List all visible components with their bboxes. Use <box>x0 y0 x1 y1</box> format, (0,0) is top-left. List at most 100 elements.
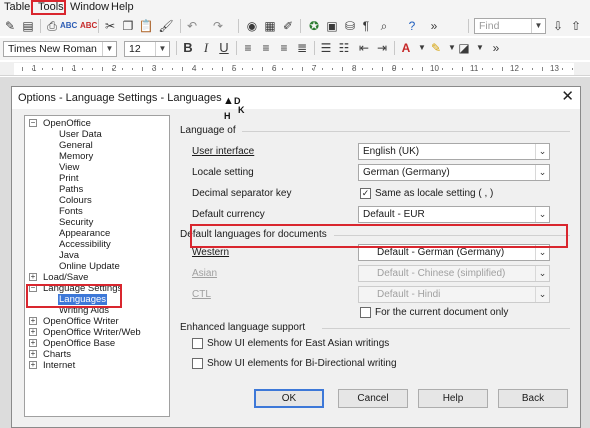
background-color-icon[interactable]: ◪ <box>456 40 472 56</box>
tree-item-online-update[interactable]: Online Update <box>59 261 120 272</box>
chevron-down-icon[interactable]: ▼ <box>155 42 169 56</box>
undo-icon[interactable]: ↶ <box>184 18 200 34</box>
tree-item-accessibility[interactable]: Accessibility <box>59 239 111 250</box>
collapse-icon[interactable]: − <box>29 119 37 127</box>
dialog-titlebar: Options - Language Settings - Languages … <box>12 87 580 109</box>
user-interface-select[interactable]: English (UK) ⌄ <box>358 143 550 160</box>
paste-icon[interactable]: 📋 <box>138 18 154 34</box>
menu-help[interactable]: Help <box>111 1 134 14</box>
navigator-icon[interactable]: ✪ <box>306 18 322 34</box>
tree-item-general[interactable]: General <box>59 140 93 151</box>
expand-icon[interactable]: + <box>29 350 37 358</box>
ruler-tick <box>42 68 43 70</box>
numbering-icon[interactable]: ☰ <box>318 40 334 56</box>
back-button[interactable]: Back <box>498 389 568 408</box>
menu-window[interactable]: Window <box>70 1 109 14</box>
menu-table[interactable]: Table <box>4 1 30 14</box>
ctl-label: CTL <box>192 289 211 300</box>
tree-item-user-data[interactable]: User Data <box>59 129 102 140</box>
ruler-tick <box>282 68 283 70</box>
user-interface-highlight <box>190 224 568 248</box>
toolbar-separator <box>236 41 237 55</box>
tree-item-paths[interactable]: Paths <box>59 184 83 195</box>
bold-button[interactable]: B <box>180 40 196 56</box>
close-icon[interactable]: ✕ <box>561 89 574 105</box>
find-input[interactable]: Find ▼ <box>474 18 546 34</box>
show-draw-functions-icon[interactable]: ✐ <box>280 18 296 34</box>
justify-icon[interactable]: ≣ <box>294 40 310 56</box>
find-down-icon[interactable]: ⇩ <box>550 18 566 34</box>
underline-button[interactable]: U <box>216 40 232 56</box>
nonprinting-characters-icon[interactable]: ¶ <box>358 18 374 34</box>
spellcheck-icon[interactable]: ABC <box>60 18 77 34</box>
section-divider <box>242 131 570 132</box>
font-color-icon[interactable]: A <box>398 40 414 56</box>
align-left-icon[interactable]: ≡ <box>240 40 256 56</box>
tree-item-print[interactable]: Print <box>59 173 79 184</box>
same-as-locale-checkbox[interactable]: ✓ <box>360 188 371 199</box>
horizontal-ruler[interactable]: 1 1 2 3 4 5 6 7 8 9 10 11 12 13 <box>0 62 590 76</box>
tools-menu-highlight <box>31 0 66 15</box>
ok-button[interactable]: OK <box>254 389 324 408</box>
gallery-icon[interactable]: ▣ <box>324 18 340 34</box>
tree-item-security[interactable]: Security <box>59 217 93 228</box>
copy-icon[interactable]: ❐ <box>120 18 136 34</box>
highlighting-icon[interactable]: ✎ <box>428 40 444 56</box>
table-icon[interactable]: ▦ <box>262 18 278 34</box>
bidi-checkbox[interactable] <box>192 358 203 369</box>
format-paintbrush-icon[interactable]: 🖌 <box>158 18 174 34</box>
decimal-separator-label: Decimal separator key <box>192 188 292 199</box>
edit-file-icon[interactable]: ✎ <box>2 18 18 34</box>
east-asian-checkbox[interactable] <box>192 338 203 349</box>
chevron-down-icon[interactable]: ▼ <box>102 42 116 56</box>
italic-button[interactable]: I <box>198 40 214 56</box>
toolbar-more-icon[interactable]: » <box>488 40 504 56</box>
help-button[interactable]: Help <box>418 389 488 408</box>
ruler-tick <box>352 68 353 70</box>
chevron-down-icon[interactable]: ▼ <box>531 19 545 33</box>
autospellcheck-icon[interactable]: ABC <box>80 18 97 34</box>
pdf-icon[interactable]: ▤ <box>20 18 36 34</box>
tree-item-memory[interactable]: Memory <box>59 151 93 162</box>
menubar: Table Tools Window Help <box>0 0 590 16</box>
chevron-down-icon[interactable]: ▼ <box>472 40 488 56</box>
bullets-icon[interactable]: ☷ <box>336 40 352 56</box>
help-icon[interactable]: ? <box>404 18 420 34</box>
expand-icon[interactable]: + <box>29 339 37 347</box>
cut-icon[interactable]: ✂ <box>102 18 118 34</box>
zoom-icon[interactable]: ⌕ <box>376 18 392 34</box>
decrease-indent-icon[interactable]: ⇤ <box>356 40 372 56</box>
locale-setting-select[interactable]: German (Germany) ⌄ <box>358 164 550 181</box>
redo-icon[interactable]: ↷ <box>210 18 226 34</box>
align-center-icon[interactable]: ≡ <box>258 40 274 56</box>
chevron-down-icon[interactable]: ⌄ <box>535 165 549 180</box>
print-icon[interactable]: ⎙ <box>44 18 60 34</box>
tree-item-java[interactable]: Java <box>59 250 79 261</box>
expand-icon[interactable]: + <box>29 317 37 325</box>
toolbar-more-icon[interactable]: » <box>426 18 442 34</box>
font-name-combo[interactable]: Times New Roman ▼ <box>3 41 117 57</box>
chevron-down-icon[interactable]: ⌄ <box>535 207 549 222</box>
cancel-button[interactable]: Cancel <box>338 389 408 408</box>
ruler-tick <box>452 68 453 70</box>
expand-icon[interactable]: + <box>29 361 37 369</box>
expand-icon[interactable]: + <box>29 328 37 336</box>
align-right-icon[interactable]: ≡ <box>276 40 292 56</box>
font-size-combo[interactable]: 12 ▼ <box>124 41 170 57</box>
chevron-down-icon[interactable]: ⌄ <box>535 144 549 159</box>
tree-item-view[interactable]: View <box>59 162 79 173</box>
tree-item-colours[interactable]: Colours <box>59 195 92 206</box>
data-sources-icon[interactable]: ⛁ <box>342 18 358 34</box>
options-tree[interactable]: − OpenOffice User Data General Memory Vi… <box>24 115 170 417</box>
find-up-icon[interactable]: ⇧ <box>568 18 584 34</box>
section-divider <box>322 328 570 329</box>
increase-indent-icon[interactable]: ⇥ <box>374 40 390 56</box>
tree-item-fonts[interactable]: Fonts <box>59 206 83 217</box>
hyperlink-icon[interactable]: ◉ <box>244 18 260 34</box>
current-document-only-checkbox[interactable] <box>360 307 371 318</box>
tree-item-appearance[interactable]: Appearance <box>59 228 110 239</box>
tree-item-label: Load/Save <box>43 272 89 283</box>
ruler-tick <box>462 67 463 71</box>
default-currency-select[interactable]: Default - EUR ⌄ <box>358 206 550 223</box>
expand-icon[interactable]: + <box>29 273 37 281</box>
